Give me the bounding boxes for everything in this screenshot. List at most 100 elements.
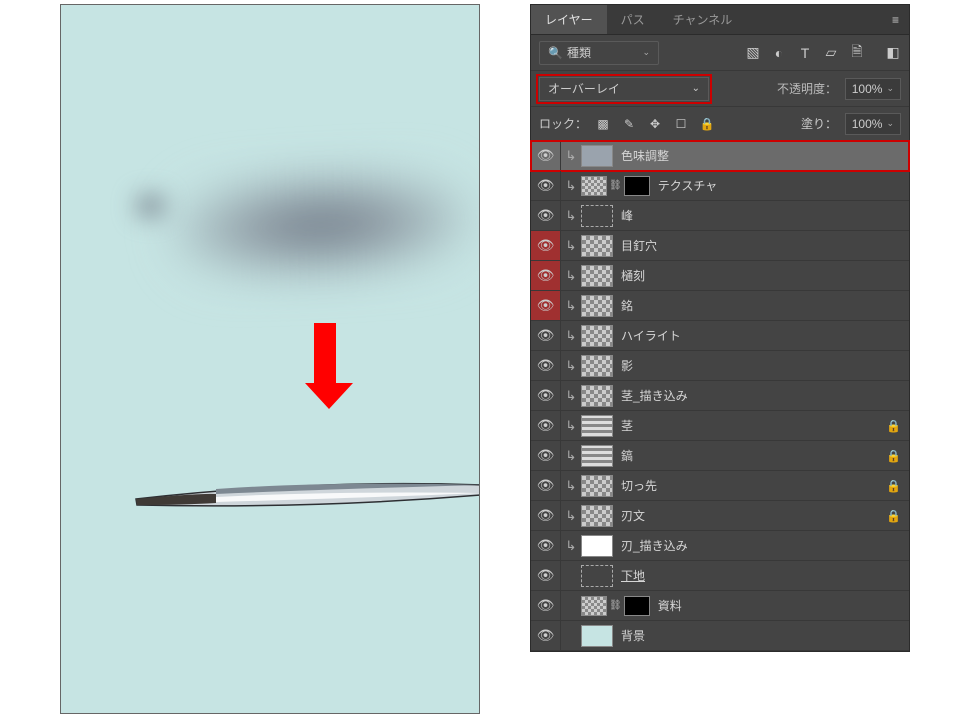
layer-row[interactable]: 👁↳ 刃_描き込み [531, 531, 909, 561]
layer-thumbnail[interactable] [581, 145, 613, 167]
tab-channels[interactable]: チャンネル [659, 5, 747, 34]
layer-row[interactable]: 👁 下地 [531, 561, 909, 591]
visibility-eye-icon[interactable]: 👁 [531, 381, 561, 410]
filter-toggle-icon[interactable]: ◧ [885, 45, 901, 61]
layer-name[interactable]: 刃文 [621, 507, 645, 524]
panel-menu-icon[interactable]: ≡ [882, 13, 909, 27]
layer-name[interactable]: 茎_描き込み [621, 387, 688, 404]
layer-row[interactable]: 👁↳樋刻 [531, 261, 909, 291]
layer-thumbnail[interactable] [581, 295, 613, 317]
clip-indicator-icon: ↳ [561, 178, 581, 194]
layer-thumbnail[interactable] [581, 565, 613, 587]
layer-thumbnail[interactable] [581, 355, 613, 377]
lock-transparency-icon[interactable]: ▩ [595, 117, 611, 131]
layer-thumbnail[interactable] [581, 415, 613, 437]
lock-artboard-icon[interactable]: ☐ [673, 117, 689, 131]
link-icon: ⛓ [609, 180, 622, 191]
fill-label: 塗り： [801, 115, 837, 132]
visibility-eye-icon[interactable]: 👁 [531, 411, 561, 440]
layer-name[interactable]: 切っ先 [621, 477, 657, 494]
clip-indicator-icon: ↳ [561, 148, 581, 164]
tab-layers[interactable]: レイヤー [531, 5, 607, 34]
layer-row[interactable]: 👁↳鎬🔒 [531, 441, 909, 471]
layer-name[interactable]: ハイライト [621, 327, 681, 344]
lock-position-icon[interactable]: ✥ [647, 117, 663, 131]
filter-smart-icon[interactable]: 🗎 [849, 45, 865, 61]
layer-thumbnail[interactable] [581, 445, 613, 467]
chevron-down-icon: ⌄ [886, 118, 894, 129]
layer-name[interactable]: テクスチャ [658, 177, 718, 194]
layer-name[interactable]: 資料 [658, 597, 682, 614]
layer-row[interactable]: 👁↳切っ先🔒 [531, 471, 909, 501]
visibility-eye-icon[interactable]: 👁 [531, 501, 561, 530]
filter-shape-icon[interactable]: ▱ [823, 45, 839, 61]
visibility-eye-icon[interactable]: 👁 [531, 321, 561, 350]
layer-name[interactable]: 茎 [621, 417, 633, 434]
layer-row[interactable]: 👁↳ ⛓ テクスチャ [531, 171, 909, 201]
layer-name[interactable]: 目釘穴 [621, 237, 657, 254]
visibility-eye-icon[interactable]: 👁 [531, 621, 561, 650]
layer-row[interactable]: 👁↳目釘穴 [531, 231, 909, 261]
layer-name[interactable]: 影 [621, 357, 633, 374]
visibility-eye-icon[interactable]: 👁 [531, 141, 561, 170]
layer-row[interactable]: 👁↳茎_描き込み [531, 381, 909, 411]
layer-thumbnail[interactable] [581, 475, 613, 497]
visibility-eye-icon[interactable]: 👁 [531, 351, 561, 380]
layer-thumbnail[interactable] [581, 205, 613, 227]
layer-name[interactable]: 樋刻 [621, 267, 645, 284]
clip-indicator-icon: ↳ [561, 298, 581, 314]
layer-thumbnail[interactable] [581, 535, 613, 557]
layer-row[interactable]: 👁↳ ハイライト [531, 321, 909, 351]
visibility-eye-icon[interactable]: 👁 [531, 471, 561, 500]
clip-indicator-icon: ↳ [561, 538, 581, 554]
layer-thumbnail[interactable] [581, 265, 613, 287]
tab-paths[interactable]: パス [607, 5, 659, 34]
filter-pixel-icon[interactable]: ▧ [745, 45, 761, 61]
layer-thumbnail[interactable] [581, 625, 613, 647]
visibility-eye-icon[interactable]: 👁 [531, 441, 561, 470]
layer-thumbnail[interactable]: ⛓ [581, 175, 650, 197]
layer-thumbnail[interactable] [581, 325, 613, 347]
layer-name[interactable]: 下地 [621, 567, 645, 584]
layer-row[interactable]: 👁↳ 色味調整 [531, 141, 909, 171]
visibility-eye-icon[interactable]: 👁 [531, 261, 561, 290]
panel-tabs: レイヤー パス チャンネル ≡ [531, 5, 909, 35]
layer-filter-kind[interactable]: 🔍 種類 ⌄ [539, 41, 659, 65]
layer-row[interactable]: 👁↳刃文🔒 [531, 501, 909, 531]
red-arrow-down [305, 323, 345, 409]
blend-mode-dropdown[interactable]: オーバーレイ ⌄ [539, 77, 709, 101]
visibility-eye-icon[interactable]: 👁 [531, 531, 561, 560]
layer-name[interactable]: 背景 [621, 627, 645, 644]
blur-blade-before [169, 167, 474, 283]
visibility-eye-icon[interactable]: 👁 [531, 201, 561, 230]
layer-row[interactable]: 👁↳峰 [531, 201, 909, 231]
layer-thumbnail[interactable]: ⛓ [581, 595, 650, 617]
filter-adjust-icon[interactable]: ◐ [771, 45, 787, 61]
layer-thumbnail[interactable] [581, 235, 613, 257]
visibility-eye-icon[interactable]: 👁 [531, 231, 561, 260]
lock-icon: 🔒 [886, 509, 901, 523]
layer-name[interactable]: 刃_描き込み [621, 537, 688, 554]
visibility-eye-icon[interactable]: 👁 [531, 291, 561, 320]
visibility-eye-icon[interactable]: 👁 [531, 561, 561, 590]
layer-thumbnail[interactable] [581, 505, 613, 527]
layer-row[interactable]: 👁↳ 銘 [531, 291, 909, 321]
lock-all-icon[interactable]: 🔒 [699, 117, 715, 131]
fill-input[interactable]: 100% ⌄ [845, 113, 901, 135]
filter-type-icon[interactable]: T [797, 45, 813, 61]
opacity-input[interactable]: 100% ⌄ [845, 78, 901, 100]
layer-row[interactable]: 👁↳影 [531, 351, 909, 381]
layer-row[interactable]: 👁↳茎🔒 [531, 411, 909, 441]
layer-row[interactable]: 👁 ⛓ 資料 [531, 591, 909, 621]
layer-name[interactable]: 鎬 [621, 447, 633, 464]
layer-name[interactable]: 色味調整 [621, 147, 669, 164]
lock-brush-icon[interactable]: ✎ [621, 117, 637, 131]
layer-thumbnail[interactable] [581, 385, 613, 407]
clip-indicator-icon: ↳ [561, 328, 581, 344]
opacity-label: 不透明度： [777, 80, 837, 97]
visibility-eye-icon[interactable]: 👁 [531, 591, 561, 620]
layer-name[interactable]: 峰 [621, 207, 633, 224]
layer-row[interactable]: 👁 背景 [531, 621, 909, 651]
layer-name[interactable]: 銘 [621, 297, 633, 314]
visibility-eye-icon[interactable]: 👁 [531, 171, 561, 200]
